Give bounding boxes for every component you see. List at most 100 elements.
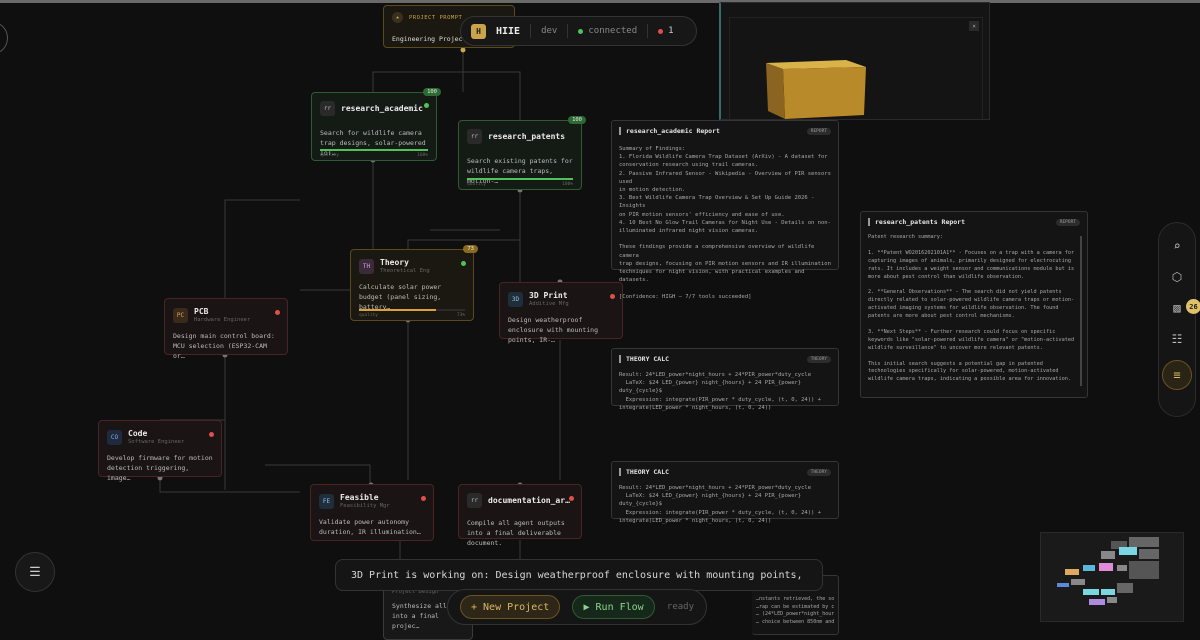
quality-fill [359, 309, 437, 311]
report-body: Summary of Findings: 1. Florida Wildlife… [619, 146, 831, 300]
node-icon: rr [467, 129, 482, 144]
status-dot [275, 310, 280, 315]
node-description: Design weatherproof enclosure with mount… [508, 316, 599, 344]
grid-icon[interactable]: ▨ [1167, 298, 1187, 318]
report-research-academic[interactable]: research_academic Report REPORT Summary … [611, 120, 839, 300]
env-label: dev [541, 26, 558, 36]
node-icon: CO [107, 429, 122, 445]
report-title: research_academic Report [626, 127, 720, 135]
report-tag: THEORY [806, 468, 831, 476]
node-title: Theory [380, 258, 409, 267]
node-title: Code [128, 429, 148, 438]
connection-status-icon [578, 28, 584, 34]
report-tag: REPORT [806, 127, 831, 135]
close-icon[interactable]: × [969, 21, 979, 31]
main-menu-button[interactable]: ☰ [15, 552, 55, 592]
minimap-node [1083, 565, 1095, 571]
alert-count[interactable]: 1 [668, 26, 673, 36]
minimap-node [1107, 597, 1117, 603]
report-tag: REPORT [1055, 218, 1080, 226]
enclosure-3d-model[interactable] [761, 55, 871, 125]
header-bar: H HIIE dev connected 1 [460, 16, 697, 46]
app-name: HIIE [496, 25, 521, 37]
list-icon[interactable]: ☷ [1167, 329, 1187, 349]
new-project-label: + New Project [471, 601, 550, 613]
node-theory[interactable]: TH Theory Theoretical Eng 73 Calculate s… [350, 245, 478, 321]
node-description: Design main control board: MCU selection… [173, 332, 275, 360]
logo-badge: H [471, 23, 486, 39]
minimap-node [1117, 583, 1133, 593]
minimap-node [1117, 565, 1127, 571]
prompt-label: PROJECT PROMPT [409, 14, 463, 21]
report-body: Result: 24*LED_power*night_hours + 24*PI… [619, 372, 821, 411]
node-icon: rr [320, 101, 335, 116]
status-bar: 3D Print is working on: Design weatherpr… [335, 559, 823, 591]
model-preview-panel[interactable]: × [719, 2, 990, 120]
minimap-node [1129, 537, 1159, 547]
node-title: Feasible [340, 493, 379, 502]
node-icon: TH [359, 258, 374, 274]
status-dot [610, 294, 615, 299]
node-title: PCB [194, 307, 209, 316]
quality-row: quality 100% [467, 182, 573, 187]
connection-status: connected [588, 26, 638, 36]
status-text: 3D Print is working on: Design weatherpr… [351, 569, 807, 581]
node-3d-print[interactable]: 3D 3D Print Additive Mfg Design weatherp… [499, 282, 623, 344]
minimap-node [1057, 583, 1069, 587]
divider [567, 24, 569, 38]
report-title: THEORY CALC [626, 355, 670, 363]
quality-fill [320, 149, 428, 151]
minimap[interactable] [1040, 532, 1184, 622]
report-tag: THEORY [806, 355, 831, 363]
minimap-node [1101, 551, 1115, 559]
status-dot [461, 261, 466, 266]
node-pcb[interactable]: PC PCB Hardware Engineer Design main con… [164, 298, 288, 360]
divider [530, 24, 532, 38]
report-title: research_patents Report [875, 218, 966, 226]
report-theory-calc-2[interactable]: THEORY CALC THEORY Result: 24*LED_power*… [611, 461, 839, 524]
quality-value: 73% [456, 313, 465, 318]
minimap-node [1101, 589, 1115, 595]
report-body: …nstants retrieved, the solar power …rap… [756, 596, 834, 625]
run-flow-label: ▶ Run Flow [583, 601, 644, 613]
search-icon[interactable]: ⌕ [1167, 236, 1187, 256]
new-project-button[interactable]: + New Project [460, 595, 561, 619]
node-subtitle: Hardware Engineer [194, 317, 251, 323]
node-subtitle: Additive Mfg [529, 301, 569, 307]
node-research-patents[interactable]: rr research_patents 100 Search existing … [458, 116, 586, 190]
node-title: research_academic [341, 104, 423, 113]
status-dot [421, 496, 426, 501]
notification-badge: 26 [1186, 299, 1200, 314]
quality-label: quality [359, 313, 378, 318]
report-theory-calc-1[interactable]: THEORY CALC THEORY Result: 24*LED_power*… [611, 348, 839, 411]
status-dot [209, 432, 214, 437]
node-feasible[interactable]: FE Feasible Feasibility Mgr Validate pow… [310, 484, 434, 541]
node-description: Validate power autonomy duration, IR ill… [319, 518, 421, 536]
node-code[interactable]: CO Code Software Engineer Develop firmwa… [98, 420, 222, 482]
minimap-node [1071, 579, 1085, 585]
node-description: Compile all agent outputs into a final d… [467, 519, 565, 547]
menu-icon[interactable]: ≡ [1162, 360, 1192, 390]
report-research-patents[interactable]: research_patents Report REPORT Patent re… [860, 211, 1088, 398]
node-documentation[interactable]: rr documentation_archite… Compile all ag… [458, 484, 582, 547]
quality-bar [359, 309, 465, 311]
score-badge: 73 [463, 245, 478, 253]
node-research-academic[interactable]: rr research_academic 100 Search for wild… [311, 88, 441, 161]
right-toolbar: ⌕ ⬡ ▨ ☷ ≡ 26 [1158, 222, 1200, 417]
minimap-node [1119, 547, 1137, 555]
quality-row: quality 73% [359, 313, 465, 318]
node-title: research_patents [488, 132, 566, 141]
node-icon: rr [467, 493, 482, 508]
prompt-icon: ★ [392, 12, 403, 23]
report-title: THEORY CALC [626, 468, 670, 476]
quality-row: quality 100% [320, 153, 428, 158]
cube-icon[interactable]: ⬡ [1167, 267, 1187, 287]
minimap-node [1065, 569, 1079, 575]
node-title: documentation_archite… [488, 496, 573, 505]
node-description: Develop firmware for motion detection tr… [107, 454, 213, 482]
report-scrollbar[interactable] [1080, 236, 1082, 386]
minimap-node [1089, 599, 1105, 605]
run-flow-button[interactable]: ▶ Run Flow [572, 595, 655, 619]
node-icon: PC [173, 307, 188, 323]
score-badge: 100 [568, 116, 586, 124]
